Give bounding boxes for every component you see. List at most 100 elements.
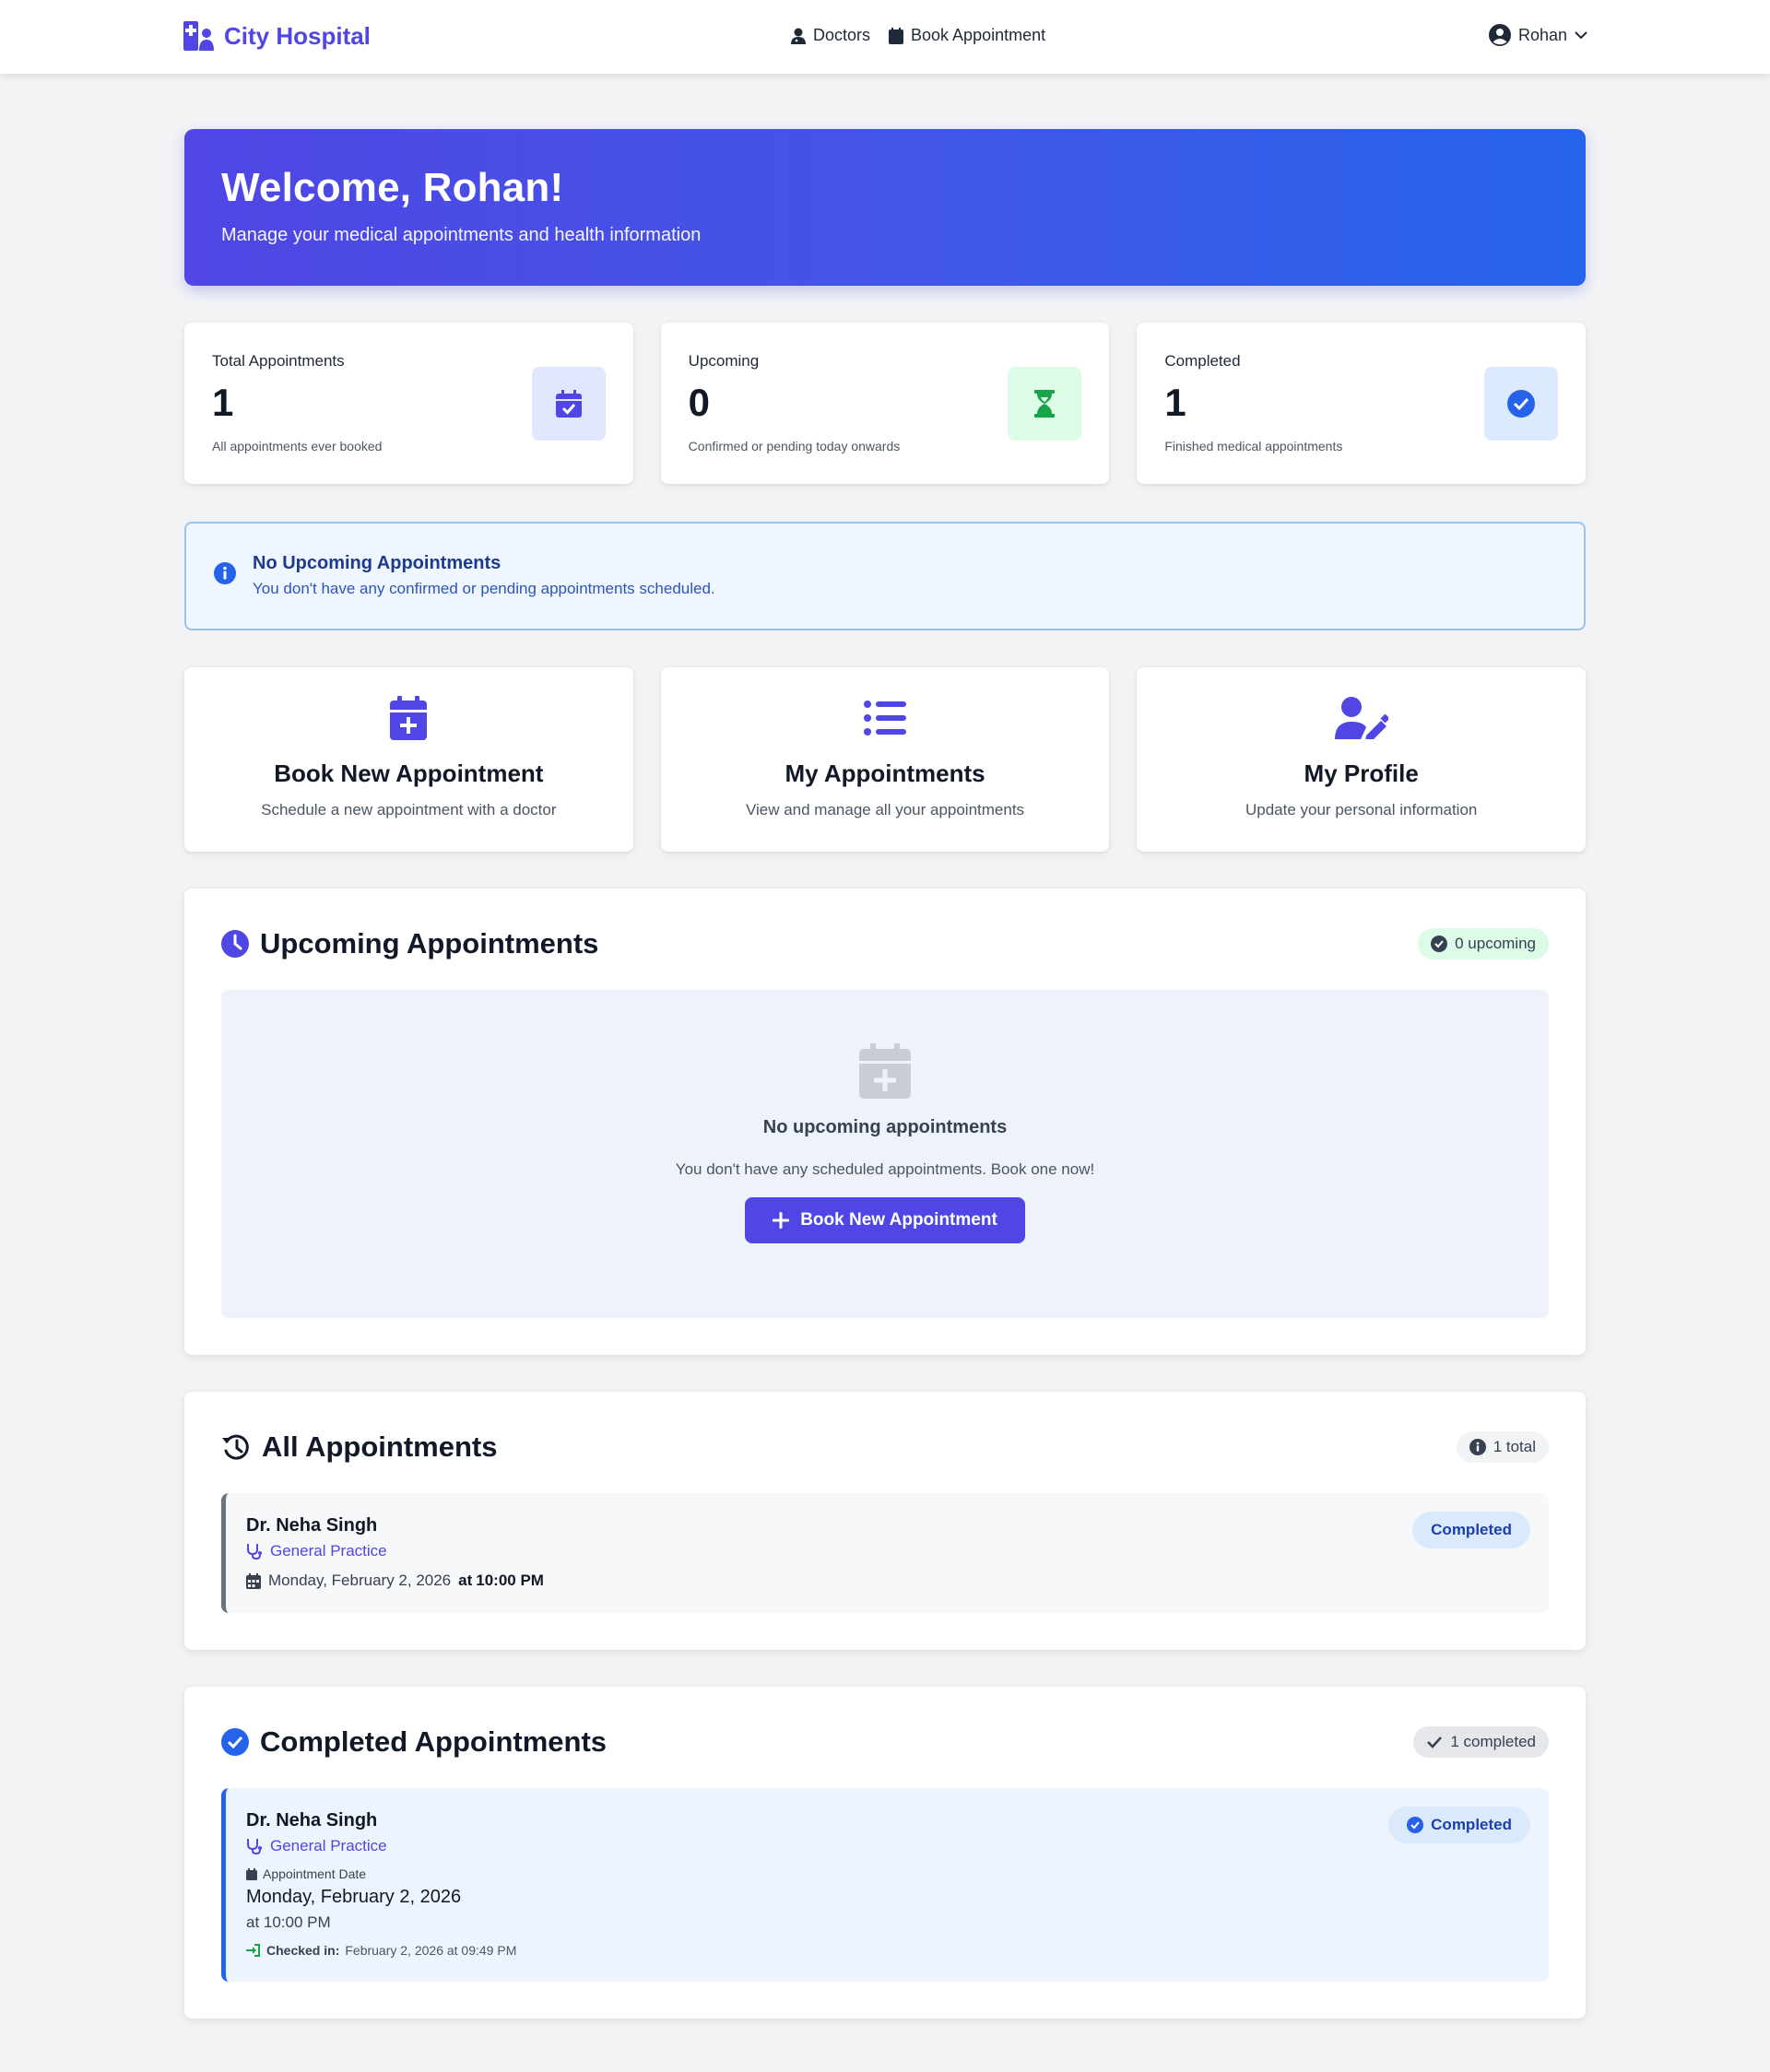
check-circle-icon [1407,1817,1424,1833]
section-title: Upcoming Appointments [221,927,598,960]
stethoscope-icon [246,1838,263,1854]
status-label: Completed [1431,1521,1512,1538]
status-badge: Completed [1412,1512,1530,1548]
quick-actions: Book New Appointment Schedule a new appo… [184,667,1587,852]
hospital-user-icon [183,21,215,51]
list-icon [661,695,1110,741]
history-icon [221,1432,251,1462]
appointment-at: at [458,1572,473,1589]
completed-count-badge: 1 completed [1413,1726,1549,1758]
action-title: My Appointments [785,759,985,787]
specialty: General Practice [246,1542,1528,1560]
action-title: My Profile [1304,759,1419,787]
user-name: Rohan [1517,25,1567,44]
calendar-plus-icon [184,695,633,741]
check-circle-icon [1431,936,1448,952]
user-md-icon [791,28,806,44]
button-label: Book New Appointment [800,1210,997,1230]
all-appointments-section: All Appointments 1 total Dr. Neha Singh [184,1392,1586,1650]
status-label: Completed [1431,1816,1512,1833]
action-card-profile[interactable]: My Profile Update your personal informat… [1137,667,1587,852]
checkin-time: February 2, 2026 at 09:49 PM [345,1943,517,1958]
welcome-banner: Welcome, Rohan! Manage your medical appo… [184,129,1586,286]
empty-title: No upcoming appointments [762,1117,1008,1137]
brand-name: City Hospital [224,21,371,50]
check-circle-icon [1484,367,1559,441]
specialty: General Practice [246,1837,1528,1855]
stat-desc: Confirmed or pending today onwards [688,439,901,453]
nav-link-doctors-label: Doctors [813,26,871,44]
section-title: Completed Appointments [221,1725,607,1759]
appointment-date: Monday, February 2, 2026 [268,1572,452,1589]
checkin-info: Checked in: February 2, 2026 at 09:49 PM [246,1943,1528,1958]
hourglass-icon [1008,367,1082,441]
welcome-subtitle: Manage your medical appointments and hea… [221,225,702,245]
section-title: All Appointments [221,1430,497,1464]
appointment-card[interactable]: Dr. Neha Singh General Practice Monday, … [221,1493,1549,1613]
empty-text: You don't have any scheduled appointment… [675,1160,1095,1178]
stethoscope-icon [246,1543,263,1560]
specialty-label: General Practice [270,1837,387,1854]
alert-title: No Upcoming Appointments [253,553,502,573]
appointment-datetime: Monday, February 2, 2026 at 10:00 PM [246,1572,1528,1590]
stat-card-total: Total Appointments 1 All appointments ev… [184,323,633,484]
badge-text: 1 total [1493,1438,1536,1455]
upcoming-count-badge: 0 upcoming [1418,928,1549,959]
stat-card-completed: Completed 1 Finished medical appointment… [1137,323,1587,484]
nav-link-book-label: Book Appointment [911,26,1046,44]
chevron-down-icon [1575,30,1587,40]
checkin-label: Checked in: [266,1943,340,1958]
alert-text: You don't have any confirmed or pending … [253,580,715,597]
calendar-icon [246,1572,261,1589]
badge-text: 0 upcoming [1455,935,1536,952]
clock-icon [221,930,249,958]
action-card-appointments[interactable]: My Appointments View and manage all your… [660,667,1110,852]
status-badge: Completed [1388,1807,1530,1843]
brand-link[interactable]: City Hospital [183,21,371,51]
completed-appointments-section: Completed Appointments 1 completed Dr. N… [184,1687,1586,2019]
appointment-date: Monday, February 2, 2026 [246,1887,462,1907]
nav-links: Doctors Book Appointment [791,26,1045,45]
action-title: Book New Appointment [274,759,544,787]
user-menu-dropdown[interactable]: Rohan [1488,24,1587,46]
completed-appointment-card[interactable]: Dr. Neha Singh General Practice Appointm… [221,1788,1549,1982]
nav-link-book-appointment[interactable]: Book Appointment [889,26,1045,45]
doctor-name: Dr. Neha Singh [246,1810,378,1831]
stat-desc: Finished medical appointments [1164,439,1343,453]
total-count-badge: 1 total [1456,1431,1549,1463]
doctor-name: Dr. Neha Singh [246,1515,378,1536]
calendar-check-icon [531,367,606,441]
book-new-appointment-button[interactable]: Book New Appointment [745,1197,1025,1243]
stats-row: Total Appointments 1 All appointments ev… [184,323,1587,484]
stat-desc: All appointments ever booked [212,439,383,453]
check-icon [1426,1736,1443,1748]
action-desc: Update your personal information [1245,801,1478,818]
completed-title: Completed Appointments [260,1725,608,1758]
calendar-plus-icon [221,1043,1549,1099]
action-card-book[interactable]: Book New Appointment Schedule a new appo… [184,667,633,852]
plus-icon [773,1212,790,1229]
appointment-date-label: Appointment Date [246,1866,1528,1881]
stat-card-upcoming: Upcoming 0 Confirmed or pending today on… [660,323,1110,484]
date-label-text: Appointment Date [263,1866,367,1881]
all-title: All Appointments [262,1430,498,1463]
sign-in-icon [246,1944,261,1957]
calendar-icon [246,1867,257,1880]
info-icon [214,562,236,599]
calendar-icon [889,27,904,44]
action-desc: View and manage all your appointments [745,801,1025,818]
empty-state: No upcoming appointments You don't have … [221,990,1549,1318]
upcoming-appointments-section: Upcoming Appointments 0 upcoming No upco… [184,889,1586,1355]
badge-text: 1 completed [1450,1733,1536,1750]
navbar: City Hospital Doctors Book Appointment R… [0,0,1770,74]
specialty-label: General Practice [270,1542,387,1560]
appointment-time: 10:00 PM [476,1572,544,1589]
upcoming-title: Upcoming Appointments [260,927,599,959]
user-circle-icon [1488,24,1511,46]
appointment-time: at 10:00 PM [246,1913,331,1931]
no-upcoming-alert: No Upcoming Appointments You don't have … [184,522,1586,630]
welcome-title: Welcome, Rohan! [221,165,564,210]
action-desc: Schedule a new appointment with a doctor [261,801,557,818]
user-edit-icon [1137,695,1586,741]
nav-link-doctors[interactable]: Doctors [791,26,870,45]
